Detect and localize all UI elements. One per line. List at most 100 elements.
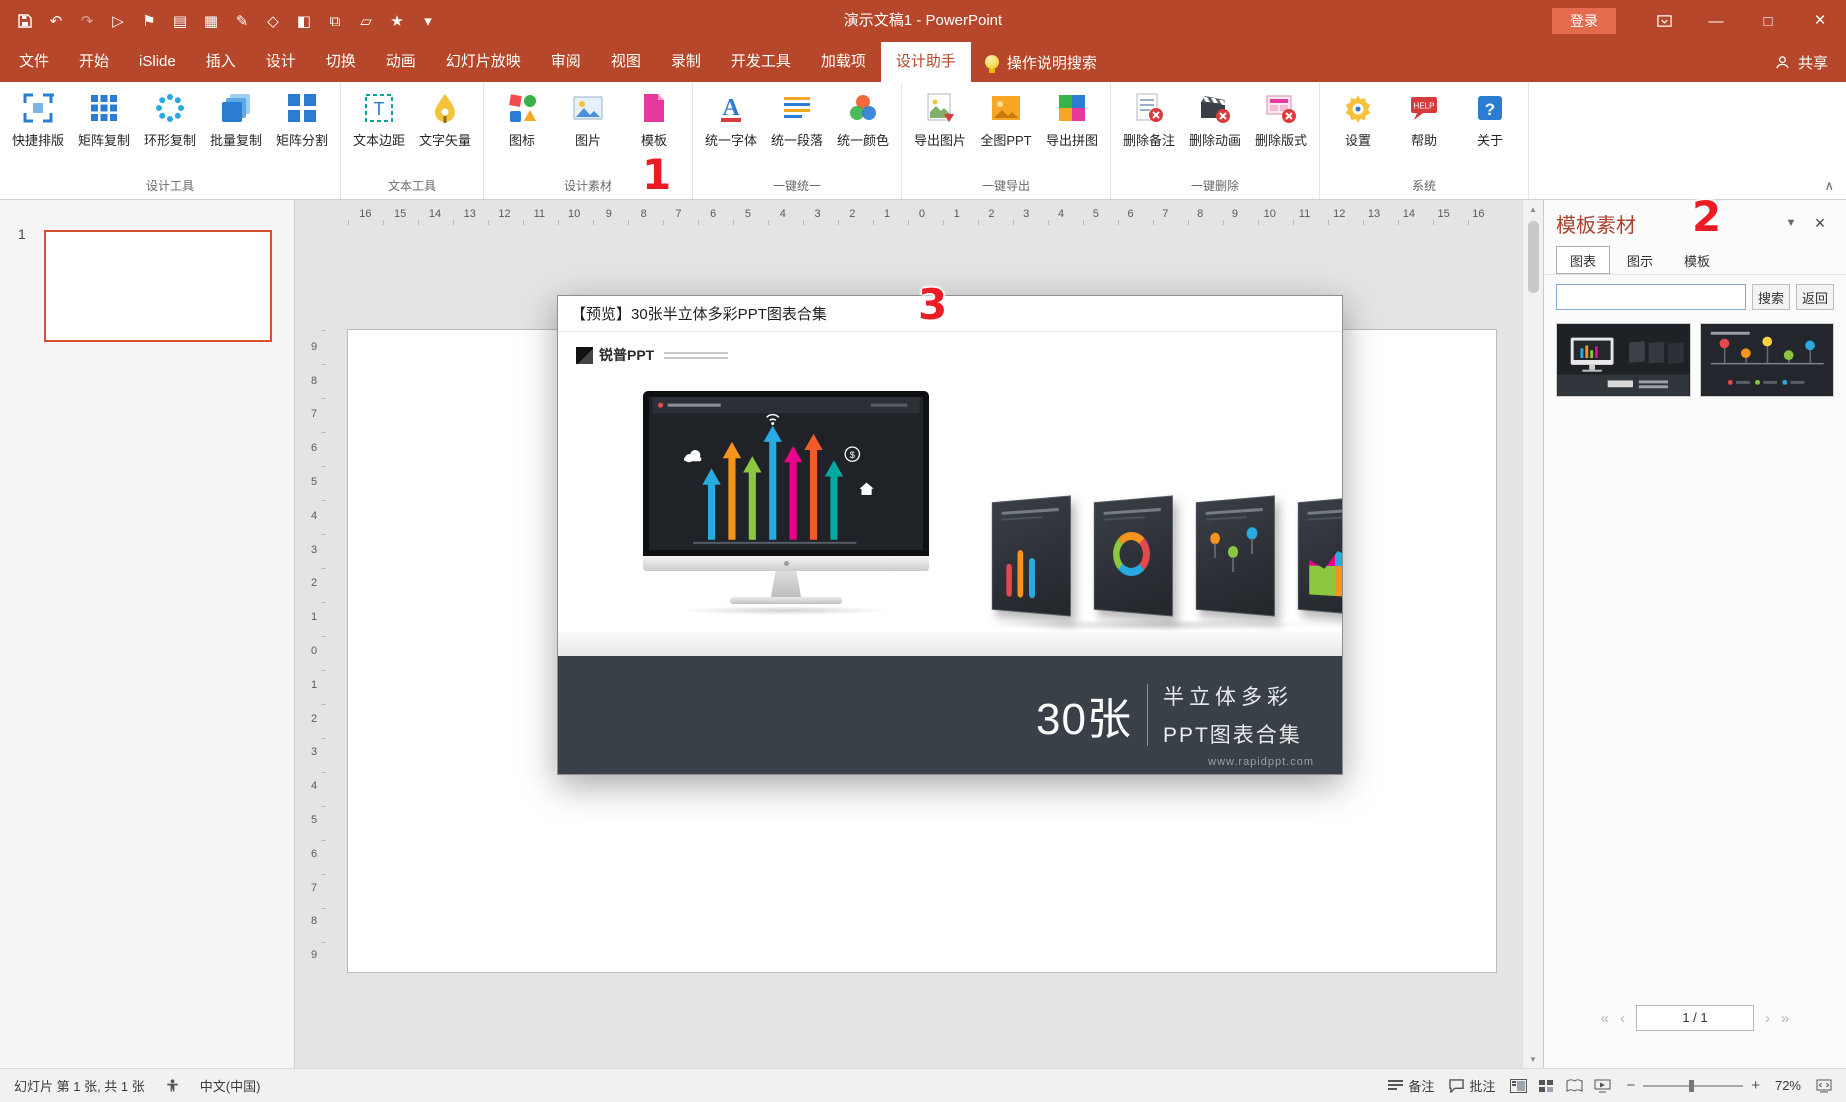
ribbon-button-label: 快捷排版 xyxy=(11,133,64,148)
reading-view-icon[interactable] xyxy=(1566,1078,1583,1093)
maximize-button[interactable]: □ xyxy=(1742,0,1794,42)
first-page-icon[interactable]: « xyxy=(1601,1010,1609,1027)
template-thumbnail-1[interactable] xyxy=(1556,323,1691,397)
ribbon-group-system: 设置 HELP 帮助? 关于 系统 xyxy=(1320,82,1529,199)
slide-thumbnail[interactable] xyxy=(44,230,272,342)
matrix-copy-button[interactable]: 矩阵复制 xyxy=(71,84,137,173)
slideshow-view-icon[interactable] xyxy=(1594,1079,1611,1093)
more-commands-icon[interactable]: ▾ xyxy=(417,10,439,32)
tab-home[interactable]: 开始 xyxy=(64,42,124,82)
delete-animation-button[interactable]: 删除动画 xyxy=(1182,84,1248,173)
folder-icon[interactable]: ▱ xyxy=(355,10,377,32)
ribbon-button-label: 文字矢量 xyxy=(418,133,471,148)
delete-layout-button[interactable]: 删除版式 xyxy=(1248,84,1314,173)
scroll-down-icon[interactable]: ▼ xyxy=(1529,1050,1537,1068)
tab-developer[interactable]: 开发工具 xyxy=(716,42,806,82)
quick-layout-button[interactable]: 快捷排版 xyxy=(5,84,71,173)
help-button[interactable]: HELP 帮助 xyxy=(1391,84,1457,173)
export-puzzle-button[interactable]: 导出拼图 xyxy=(1039,84,1105,173)
export-fullppt-button[interactable]: 全图PPT xyxy=(973,84,1039,173)
close-button[interactable]: × xyxy=(1794,0,1846,42)
last-page-icon[interactable]: » xyxy=(1781,1010,1789,1027)
scroll-up-icon[interactable]: ▲ xyxy=(1529,200,1537,218)
login-button[interactable]: 登录 xyxy=(1552,8,1616,34)
template-thumbnail-2[interactable] xyxy=(1699,323,1834,397)
export-image-button[interactable]: 导出图片 xyxy=(907,84,973,173)
panel-dropdown-icon[interactable]: ▼ xyxy=(1776,217,1806,229)
tab-animations[interactable]: 动画 xyxy=(371,42,431,82)
next-page-icon[interactable]: › xyxy=(1765,1010,1770,1027)
fit-to-window-icon[interactable] xyxy=(1816,1079,1832,1093)
redo-icon[interactable]: ↷ xyxy=(76,10,98,32)
panel-tab-diagrams[interactable]: 图示 xyxy=(1613,246,1667,274)
ruler-number: 3 xyxy=(310,543,318,556)
new-file-icon[interactable]: ▤ xyxy=(169,10,191,32)
slide-sorter-view-icon[interactable] xyxy=(1538,1079,1555,1093)
search-input[interactable] xyxy=(1556,284,1746,310)
chart-icon[interactable]: ◧ xyxy=(293,10,315,32)
matrix-split-button[interactable]: 矩阵分割 xyxy=(269,84,335,173)
comments-button[interactable]: 批注 xyxy=(1449,1076,1495,1095)
tab-record[interactable]: 录制 xyxy=(656,42,716,82)
minimize-button[interactable]: — xyxy=(1690,0,1742,42)
prev-page-icon[interactable]: ‹ xyxy=(1620,1010,1625,1027)
tab-review[interactable]: 审阅 xyxy=(536,42,596,82)
tell-me-search[interactable]: 操作说明搜索 xyxy=(984,52,1097,73)
text-margin-button[interactable]: T 文本边距 xyxy=(346,84,412,173)
unify-font-button[interactable]: A 统一字体 xyxy=(698,84,764,173)
search-button[interactable]: 搜索 xyxy=(1752,284,1790,310)
shape-icon[interactable]: ◇ xyxy=(262,10,284,32)
tab-view[interactable]: 视图 xyxy=(596,42,656,82)
language-indicator[interactable]: 中文(中国) xyxy=(200,1076,261,1095)
settings-button[interactable]: 设置 xyxy=(1325,84,1391,173)
zoom-slider[interactable] xyxy=(1643,1079,1744,1092)
tab-islide[interactable]: iSlide xyxy=(124,42,191,82)
zoom-out-icon[interactable]: − xyxy=(1626,1077,1635,1094)
delete-notes-button[interactable]: 删除备注 xyxy=(1116,84,1182,173)
tab-transitions[interactable]: 切换 xyxy=(311,42,371,82)
template-lib-button[interactable]: 模板 xyxy=(621,84,687,173)
zoom-in-icon[interactable]: + xyxy=(1751,1077,1760,1094)
tab-design[interactable]: 设计 xyxy=(251,42,311,82)
icon-lib-button[interactable]: 图标 xyxy=(489,84,555,173)
start-slideshow-icon[interactable]: ▷ xyxy=(107,10,129,32)
notes-button[interactable]: 备注 xyxy=(1388,1076,1434,1095)
pen-icon[interactable]: ✎ xyxy=(231,10,253,32)
share-button[interactable]: 共享 xyxy=(1775,52,1828,73)
ruler-number: 9 xyxy=(605,208,612,220)
collapse-ribbon-icon[interactable]: ∧ xyxy=(1824,178,1834,194)
zoom-percentage[interactable]: 72% xyxy=(1775,1078,1801,1093)
ribbon-display-options-button[interactable] xyxy=(1638,0,1690,42)
batch-copy-button[interactable]: 批量复制 xyxy=(203,84,269,173)
unify-color-button[interactable]: 统一颜色 xyxy=(830,84,896,173)
tab-add-ins[interactable]: 加载项 xyxy=(806,42,881,82)
quick-access-toolbar: ↶ ↷ ▷ ⚑ ▤ ▦ ✎ ◇ ◧ ⧉ ▱ ★ ▾ xyxy=(0,10,439,32)
save-icon[interactable] xyxy=(14,10,36,32)
accessibility-icon[interactable] xyxy=(165,1078,180,1093)
about-button[interactable]: ? 关于 xyxy=(1457,84,1523,173)
ring-copy-button[interactable]: 环形复制 xyxy=(137,84,203,173)
undo-icon[interactable]: ↶ xyxy=(45,10,67,32)
picture-lib-button[interactable]: 图片 xyxy=(555,84,621,173)
star-icon[interactable]: ★ xyxy=(386,10,408,32)
tab-design-assistant[interactable]: 设计助手 xyxy=(880,42,971,82)
flag-icon[interactable]: ⚑ xyxy=(138,10,160,32)
unify-font-icon: A xyxy=(714,91,748,125)
scrollbar-thumb[interactable] xyxy=(1527,221,1539,293)
tab-insert[interactable]: 插入 xyxy=(191,42,251,82)
tab-slide-show[interactable]: 幻灯片放映 xyxy=(431,42,536,82)
tab-file[interactable]: 文件 xyxy=(4,42,64,82)
panel-tab-templates[interactable]: 模板 xyxy=(1670,246,1724,274)
normal-view-icon[interactable] xyxy=(1510,1078,1528,1093)
back-button[interactable]: 返回 xyxy=(1796,284,1834,310)
panel-tab-charts[interactable]: 图表 xyxy=(1556,246,1611,274)
zoom-slider-thumb[interactable] xyxy=(1689,1079,1695,1092)
unify-paragraph-button[interactable]: 统一段落 xyxy=(764,84,830,173)
lightbulb-icon xyxy=(984,55,999,73)
text-vector-button[interactable]: 文字矢量 xyxy=(412,84,478,173)
clipboard-icon[interactable]: ⧉ xyxy=(324,10,346,32)
table-icon[interactable]: ▦ xyxy=(200,10,222,32)
panel-tabs: 图表 图示 模板 xyxy=(1544,246,1846,275)
vertical-scrollbar[interactable]: ▲ ▼ xyxy=(1522,200,1543,1068)
panel-close-icon[interactable]: × xyxy=(1806,213,1834,234)
